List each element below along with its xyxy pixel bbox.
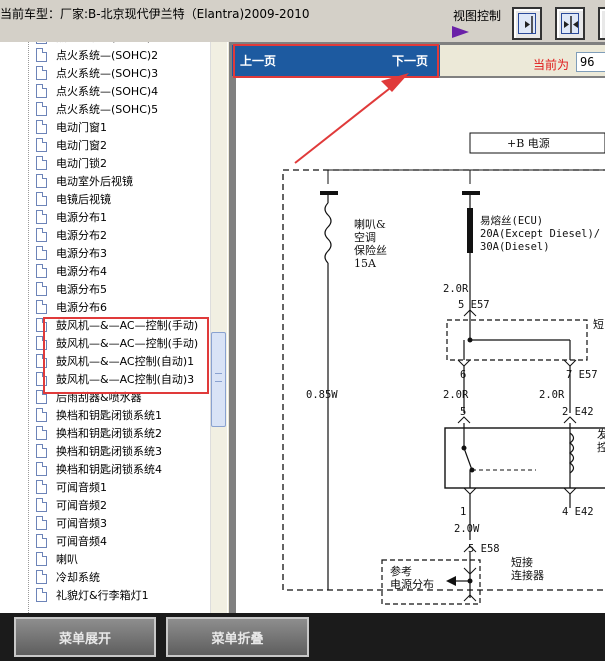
annotation-arrow xyxy=(294,73,409,164)
app-window: 当前车型：厂家:B-北京现代伊兰特（Elantra)2009-2010 视图控制… xyxy=(0,0,605,661)
expand-menu-button[interactable]: 菜单展开 xyxy=(14,617,156,657)
collapse-menu-button[interactable]: 菜单折叠 xyxy=(166,617,309,657)
